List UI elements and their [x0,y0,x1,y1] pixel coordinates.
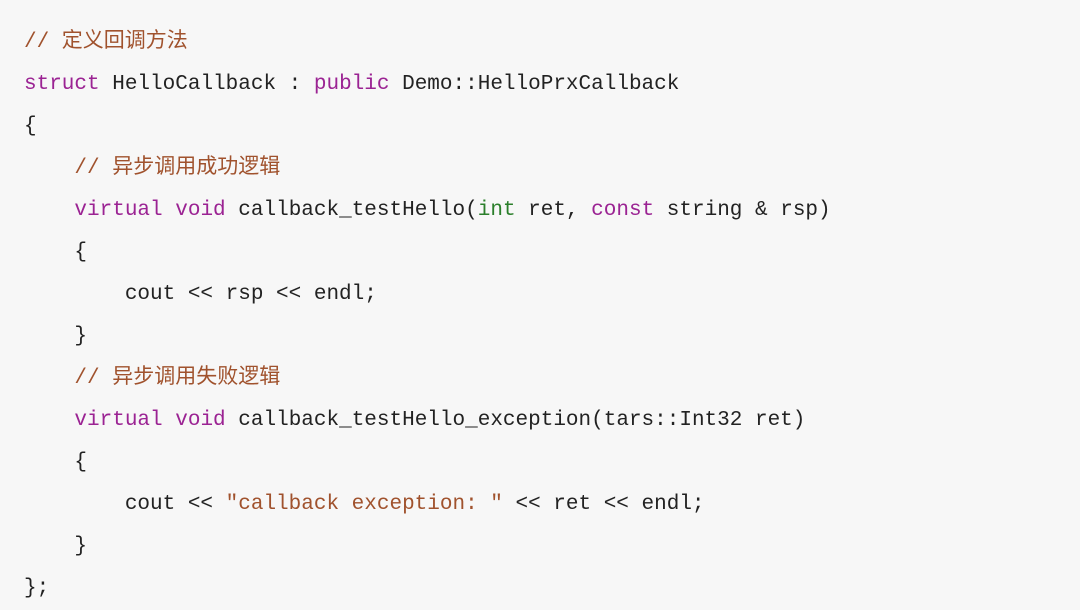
string-literal: "callback exception: " [226,493,503,516]
base-class: Demo::HelloPrxCallback [390,73,680,96]
kw-virtual: virtual [74,199,162,222]
arg: ret, [516,199,592,222]
colon: : [289,73,314,96]
space [163,199,176,222]
space [163,409,176,432]
fn-name: callback_testHello_exception(tars::Int32… [238,409,805,432]
brace-close: } [24,535,87,558]
brace-close: } [24,325,87,348]
indent [24,157,74,180]
struct-end: }; [24,577,49,600]
space [226,199,239,222]
kw-void: void [175,409,225,432]
brace-open: { [24,451,87,474]
stmt-rest: << ret << endl; [503,493,705,516]
type-int: int [478,199,516,222]
stmt-prefix: cout << [24,493,226,516]
stmt: cout << rsp << endl; [24,283,377,306]
class-name: HelloCallback [100,73,289,96]
indent [24,409,74,432]
kw-public: public [314,73,390,96]
comment-line: // 定义回调方法 [24,31,188,54]
kw-void: void [175,199,225,222]
space [226,409,239,432]
space [654,199,667,222]
indent [24,367,74,390]
comment-line: // 异步调用成功逻辑 [74,157,280,180]
kw-virtual: virtual [74,409,162,432]
code-block: // 定义回调方法 struct HelloCallback : public … [24,22,1056,610]
arg: string & rsp) [667,199,831,222]
indent [24,199,74,222]
comment-line: // 异步调用失败逻辑 [74,367,280,390]
fn-name: callback_testHello( [238,199,477,222]
brace-open: { [24,241,87,264]
brace-open: { [24,115,37,138]
kw-struct: struct [24,73,100,96]
kw-const: const [591,199,654,222]
